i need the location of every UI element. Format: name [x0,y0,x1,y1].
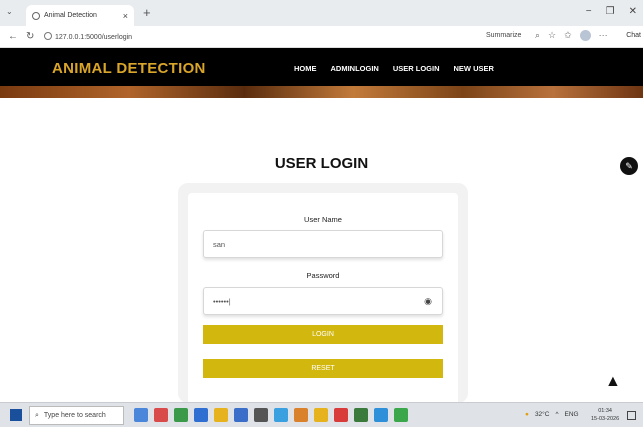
maximize-button[interactable]: ❐ [606,6,615,17]
back-arrow-icon[interactable]: ← [8,31,18,42]
taskbar-app-icon[interactable] [234,408,248,422]
weather-icon[interactable]: ● [525,411,529,418]
reset-button[interactable]: RESET [203,359,443,378]
site-logo[interactable]: ANIMAL DETECTION [52,60,206,77]
nav-admin-login[interactable]: ADMINLOGIN [331,64,379,73]
username-value: san [213,239,226,249]
login-card-frame: User Name san Password ••••••| ◉ LOGIN R… [178,183,468,408]
tab-close-button[interactable]: × [123,11,128,21]
taskbar-app-icon[interactable] [314,408,328,422]
taskbar-app-icon[interactable] [134,408,148,422]
username-input[interactable]: san [203,230,443,258]
copilot-chat-button[interactable]: Chat [626,32,641,39]
screen: ⌄ Animal Detection × + − ❐ ✕ ← ↻ 127.0.0… [0,0,643,427]
address-bar-icons: ⌕ ☆ ✩ ··· [535,30,608,41]
nav-user-login[interactable]: USER LOGIN [393,64,440,73]
taskbar-clock[interactable]: 01:34 15-03-2026 [591,407,619,423]
banner-image [0,86,643,98]
globe-icon [32,11,40,20]
clock-date: 15-03-2026 [591,416,620,422]
tab-actions-menu-icon[interactable]: ⌄ [6,7,13,16]
taskbar-app-icon[interactable] [214,408,228,422]
nav-home[interactable]: HOME [294,64,317,73]
window-controls: − ❐ ✕ [586,6,637,17]
favorite-star-icon[interactable]: ☆ [548,30,556,41]
minimize-button[interactable]: − [586,6,592,17]
taskbar-app-icon[interactable] [394,408,408,422]
taskbar-app-icon[interactable] [274,408,288,422]
taskbar-search-box[interactable]: ⌕ Type here to search [29,406,124,425]
search-page-icon[interactable]: ⌕ [535,30,540,41]
summarize-button[interactable]: Summarize [486,32,521,39]
password-label: Password [306,271,340,280]
edit-pencil-icon[interactable]: ✎ [620,157,638,175]
taskbar-app-icon[interactable] [154,408,168,422]
url-field[interactable]: 127.0.0.1:5000/userlogin [44,32,132,41]
notification-center-icon[interactable] [627,411,636,420]
nav-new-user[interactable]: NEW USER [454,64,494,73]
address-bar-row: ← ↻ 127.0.0.1:5000/userlogin Summarize ⌕… [0,26,643,48]
tray-chevron-icon[interactable]: ^ [555,411,558,418]
browser-tab-bar: ⌄ Animal Detection × + − ❐ ✕ [0,0,643,26]
password-value: ••••••| [213,296,231,306]
taskbar-search-placeholder: Type here to search [43,412,106,419]
close-window-button[interactable]: ✕ [629,6,637,17]
username-label: User Name [304,215,342,224]
language-indicator[interactable]: ENG [565,411,579,418]
taskbar-app-icons [134,408,408,422]
clock-time: 01:34 [598,408,612,414]
site-info-icon[interactable] [44,32,52,40]
new-tab-button[interactable]: + [143,5,151,20]
taskbar-app-icon[interactable] [254,408,268,422]
browser-tab[interactable]: Animal Detection × [26,5,134,26]
profile-avatar[interactable] [579,30,591,41]
login-button[interactable]: LOGIN [203,325,443,344]
taskbar-app-icon[interactable] [354,408,368,422]
temperature[interactable]: 32°C [535,411,550,418]
tab-title: Animal Detection [44,12,97,19]
search-icon: ⌕ [35,411,39,419]
login-form: User Name san Password ••••••| ◉ LOGIN R… [188,193,458,408]
show-password-eye-icon[interactable]: ◉ [424,296,432,307]
more-menu-icon[interactable]: ··· [599,30,608,41]
taskbar-app-icon[interactable] [174,408,188,422]
page-title: USER LOGIN [274,155,369,172]
taskbar-app-icon[interactable] [194,408,208,422]
system-tray: ● 32°C ^ ENG [525,411,579,418]
taskbar-app-icon[interactable] [374,408,388,422]
scroll-to-top-arrow-icon[interactable]: ▲ [605,373,621,391]
refresh-icon[interactable]: ↻ [26,31,34,42]
windows-taskbar: ⌕ Type here to search ● 32°C ^ ENG 01:34… [0,402,643,427]
favorites-icon[interactable]: ✩ [564,30,572,41]
taskbar-app-icon[interactable] [294,408,308,422]
password-input[interactable]: ••••••| ◉ [203,287,443,315]
windows-start-icon[interactable] [10,409,22,421]
site-nav: HOME ADMINLOGIN USER LOGIN NEW USER [294,64,494,73]
url-text: 127.0.0.1:5000/userlogin [55,34,133,41]
taskbar-app-icon[interactable] [334,408,348,422]
